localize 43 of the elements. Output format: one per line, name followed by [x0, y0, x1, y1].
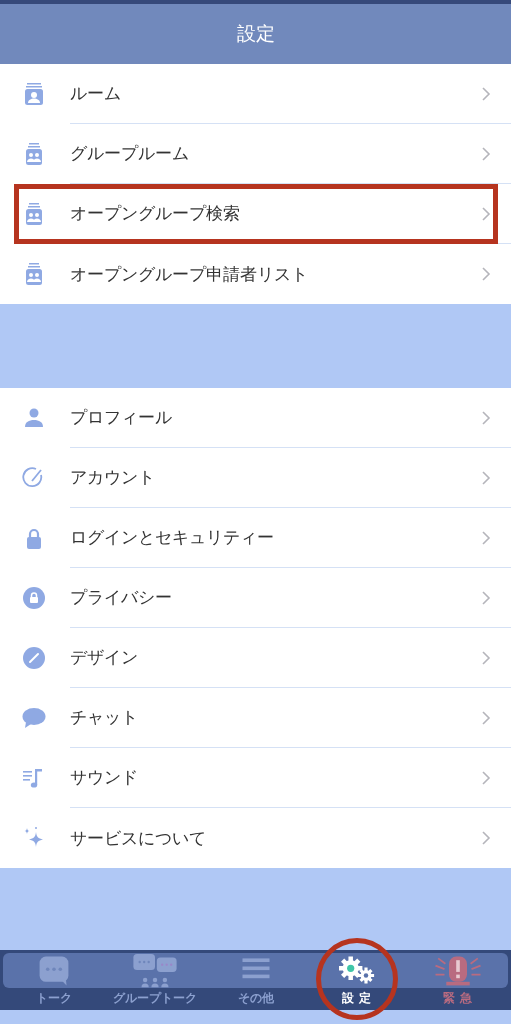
settings-item[interactable]: プライバシー [0, 568, 511, 628]
chevron-right-icon [481, 830, 491, 846]
pencil-circle-icon [22, 646, 46, 670]
chevron-right-icon [481, 769, 491, 786]
chevron-right-icon [481, 409, 491, 426]
lock-circle-icon [22, 586, 46, 610]
tab[interactable]: 設 定 [306, 950, 407, 1010]
settings-item[interactable]: アカウント [0, 448, 511, 508]
item-label: ルーム [70, 82, 122, 105]
chevron-right-icon [481, 266, 491, 282]
chevron-right-icon [481, 145, 491, 162]
chevron-right-icon [481, 85, 491, 102]
item-label: チャット [70, 706, 139, 729]
item-label: ログインとセキュリティー [70, 526, 275, 549]
room-icon [22, 82, 46, 106]
settings-item[interactable]: チャット [0, 688, 511, 748]
chevron-right-icon [481, 589, 491, 606]
item-label: オープングループ申請者リスト [70, 262, 309, 286]
item-label: サービスについて [70, 826, 207, 850]
chevron-right-icon [481, 649, 491, 666]
settings-item[interactable]: サウンド [0, 748, 511, 808]
chevron-right-icon [481, 709, 491, 726]
item-label: サウンド [70, 766, 139, 789]
item-label: デザイン [70, 646, 139, 669]
settings-item[interactable]: ルーム [0, 64, 511, 124]
settings-item[interactable]: ログインとセキュリティー [0, 508, 511, 568]
item-label: プロフィール [70, 406, 173, 429]
person-icon [22, 406, 46, 430]
settings-item[interactable]: オープングループ検索 [0, 184, 511, 244]
settings-item[interactable]: サービスについて [0, 808, 511, 868]
settings-item[interactable]: デザイン [0, 628, 511, 688]
item-label: アカウント [70, 466, 156, 489]
chevron-right-icon [481, 205, 491, 222]
settings-item[interactable]: プロフィール [0, 388, 511, 448]
chevron-right-icon [481, 469, 491, 486]
item-label: グループルーム [70, 142, 190, 165]
chevron-right-icon [481, 529, 491, 546]
screen-title: 設定 [236, 21, 275, 46]
settings-item[interactable]: グループルーム [0, 124, 511, 184]
item-label: オープングループ検索 [70, 202, 241, 225]
settings-item[interactable]: オープングループ申請者リスト [0, 244, 511, 304]
item-label: プライバシー [70, 586, 173, 609]
speech-bubble-icon [22, 706, 46, 730]
